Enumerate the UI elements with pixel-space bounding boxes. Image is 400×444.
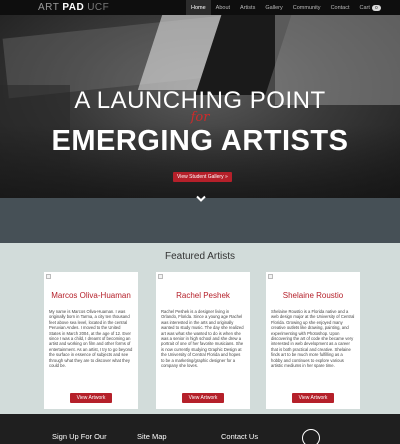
artist-bio: Rachel Peshek is a designer living in Or… bbox=[161, 309, 244, 369]
nav-community[interactable]: Community bbox=[288, 0, 326, 15]
artist-name[interactable]: Marcos Oliva-Huaman bbox=[44, 291, 138, 300]
footer-signup-heading: Sign Up For Our bbox=[52, 432, 107, 441]
nav-contact[interactable]: Contact bbox=[326, 0, 355, 15]
featured-artists-section: Featured Artists Marcos Oliva-Huaman My … bbox=[0, 243, 400, 414]
view-artwork-button[interactable]: View Artwork bbox=[70, 393, 112, 403]
view-artwork-button[interactable]: View Artwork bbox=[292, 393, 334, 403]
artist-card: Marcos Oliva-Huaman My name is Marcos Ol… bbox=[44, 272, 138, 409]
nav-about[interactable]: About bbox=[211, 0, 235, 15]
nav-links: Home About Artists Gallery Community Con… bbox=[186, 0, 386, 15]
cart-label: Cart bbox=[359, 4, 370, 11]
logo-pad: PAD bbox=[62, 2, 85, 13]
featured-title: Featured Artists bbox=[164, 251, 236, 262]
logo-art: ART bbox=[38, 2, 60, 13]
nav-gallery[interactable]: Gallery bbox=[260, 0, 287, 15]
cart-count-badge: 0 bbox=[371, 4, 381, 11]
nav-artists[interactable]: Artists bbox=[235, 0, 260, 15]
nav-cart[interactable]: Cart 0 bbox=[355, 0, 386, 15]
artist-bio: Shelaine Roustio is a Florida native and… bbox=[271, 309, 355, 369]
artist-image-placeholder bbox=[268, 274, 273, 279]
site-footer: Sign Up For Our Site Map Contact Us bbox=[0, 414, 400, 444]
artist-card: Rachel Peshek Rachel Peshek is a designe… bbox=[156, 272, 250, 409]
hero-banner: A LAUNCHING POINT for EMERGING ARTISTS V… bbox=[0, 15, 400, 198]
footer-contact-heading: Contact Us bbox=[221, 432, 259, 441]
artist-bio: My name is Marcos Oliva-Huaman. I was or… bbox=[49, 309, 133, 369]
top-nav: ART PAD UCF Home About Artists Gallery C… bbox=[0, 0, 400, 15]
artist-name[interactable]: Rachel Peshek bbox=[156, 291, 250, 300]
footer-sitemap-heading: Site Map bbox=[137, 432, 167, 441]
scroll-band bbox=[0, 198, 400, 243]
ucf-seal-icon bbox=[302, 429, 320, 444]
artist-image-placeholder bbox=[46, 274, 51, 279]
chevron-down-icon[interactable] bbox=[196, 195, 206, 203]
site-logo[interactable]: ART PAD UCF bbox=[38, 1, 109, 14]
view-artwork-button[interactable]: View Artwork bbox=[182, 393, 224, 403]
artist-image-placeholder bbox=[158, 274, 163, 279]
artist-name[interactable]: Shelaine Roustio bbox=[266, 291, 360, 300]
artist-card: Shelaine Roustio Shelaine Roustio is a F… bbox=[266, 272, 360, 409]
hero-headline-for: for bbox=[190, 110, 210, 125]
logo-ucf: UCF bbox=[87, 2, 110, 13]
hero-headline-bottom: EMERGING ARTISTS bbox=[51, 125, 349, 157]
view-student-gallery-button[interactable]: View Student Gallery » bbox=[173, 172, 232, 182]
nav-home[interactable]: Home bbox=[186, 0, 211, 15]
